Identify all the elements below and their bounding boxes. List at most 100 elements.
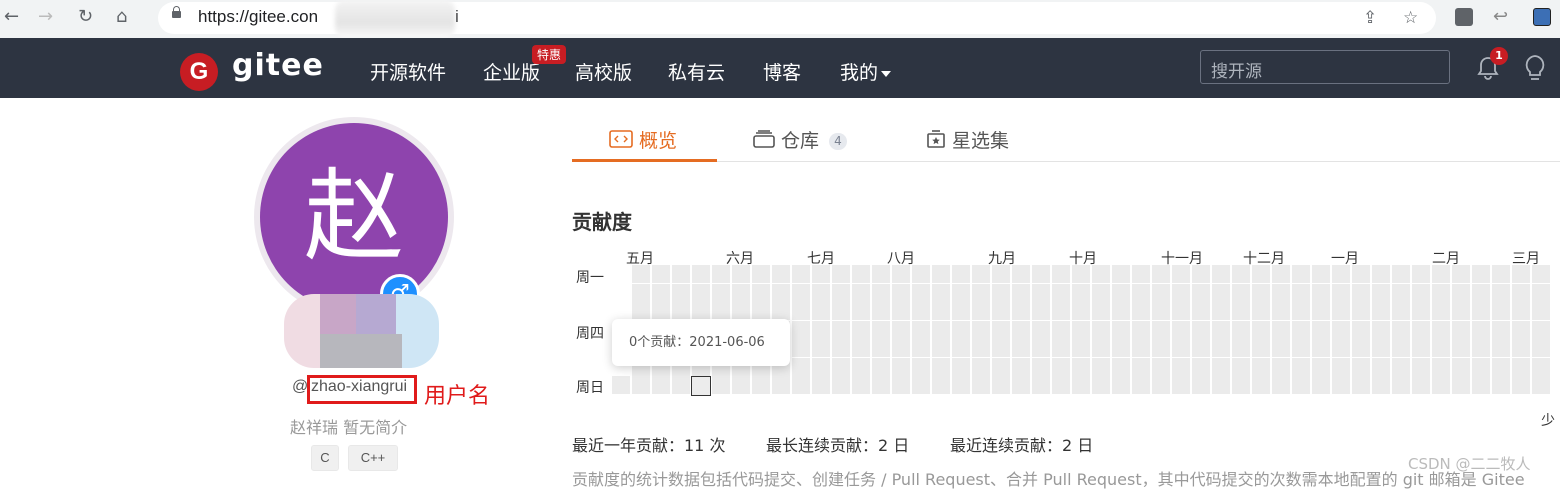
- contribution-cell[interactable]: [1472, 283, 1490, 302]
- contribution-cell[interactable]: [1532, 283, 1550, 302]
- contribution-cell[interactable]: [632, 376, 650, 394]
- contribution-cell[interactable]: [1412, 357, 1430, 376]
- contribution-cell[interactable]: [1432, 339, 1450, 357]
- contribution-cell[interactable]: [712, 265, 730, 283]
- contribution-cell[interactable]: [1492, 302, 1510, 320]
- contribution-cell[interactable]: [952, 320, 970, 339]
- contribution-cell[interactable]: [1332, 357, 1350, 376]
- contribution-cell[interactable]: [1452, 302, 1470, 320]
- contribution-cell[interactable]: [992, 357, 1010, 376]
- contribution-cell[interactable]: [1092, 283, 1110, 302]
- contribution-cell[interactable]: [1512, 283, 1530, 302]
- contribution-cell[interactable]: [1132, 283, 1150, 302]
- nav-mine[interactable]: 我的: [840, 58, 892, 85]
- contribution-cell[interactable]: [1012, 376, 1030, 394]
- contribution-cell[interactable]: [1252, 320, 1270, 339]
- contribution-cell[interactable]: [972, 357, 990, 376]
- contribution-cell[interactable]: [1392, 320, 1410, 339]
- contribution-cell[interactable]: [1372, 320, 1390, 339]
- contribution-cell[interactable]: [1412, 320, 1430, 339]
- contribution-cell[interactable]: [832, 302, 850, 320]
- contribution-cell[interactable]: [1272, 302, 1290, 320]
- contribution-cell[interactable]: [1032, 265, 1050, 283]
- contribution-cell[interactable]: [892, 265, 910, 283]
- contribution-cell[interactable]: [1412, 265, 1430, 283]
- contribution-cell[interactable]: [872, 376, 890, 394]
- contribution-cell[interactable]: [892, 357, 910, 376]
- contribution-cell[interactable]: [872, 339, 890, 357]
- contribution-cell[interactable]: [972, 283, 990, 302]
- contribution-cell[interactable]: [812, 376, 830, 394]
- contribution-cell[interactable]: [1032, 320, 1050, 339]
- contribution-cell[interactable]: [752, 376, 770, 394]
- contribution-cell[interactable]: [692, 302, 710, 320]
- contribution-cell[interactable]: [852, 283, 870, 302]
- contribution-cell[interactable]: [672, 283, 690, 302]
- contribution-cell[interactable]: [792, 283, 810, 302]
- contribution-cell[interactable]: [832, 376, 850, 394]
- search-input[interactable]: 搜开源: [1200, 50, 1450, 84]
- nav-blog[interactable]: 博客: [763, 58, 801, 85]
- contribution-cell[interactable]: [1132, 302, 1150, 320]
- contribution-cell[interactable]: [892, 320, 910, 339]
- nav-private-cloud[interactable]: 私有云: [668, 58, 725, 85]
- contribution-cell[interactable]: [1492, 339, 1510, 357]
- contribution-cell[interactable]: [1072, 283, 1090, 302]
- home-icon[interactable]: ⌂: [116, 6, 127, 28]
- contribution-cell[interactable]: [972, 302, 990, 320]
- contribution-cell[interactable]: [952, 376, 970, 394]
- contribution-cell[interactable]: [972, 376, 990, 394]
- contribution-cell[interactable]: [1012, 320, 1030, 339]
- contribution-cell[interactable]: [752, 265, 770, 283]
- contribution-cell[interactable]: [1112, 302, 1130, 320]
- contribution-cell[interactable]: [912, 376, 930, 394]
- contribution-cell[interactable]: [1472, 339, 1490, 357]
- contribution-cell[interactable]: [1532, 339, 1550, 357]
- contribution-cell[interactable]: [1252, 302, 1270, 320]
- contribution-cell[interactable]: [1192, 339, 1210, 357]
- contribution-cell[interactable]: [1472, 302, 1490, 320]
- contribution-cell[interactable]: [992, 265, 1010, 283]
- contribution-cell[interactable]: [1152, 265, 1170, 283]
- contribution-cell[interactable]: [1432, 320, 1450, 339]
- contribution-cell[interactable]: [812, 357, 830, 376]
- contribution-cell[interactable]: [972, 265, 990, 283]
- contribution-cell[interactable]: [1172, 357, 1190, 376]
- contribution-cell[interactable]: [632, 283, 650, 302]
- contribution-cell[interactable]: [1012, 302, 1030, 320]
- contribution-cell[interactable]: [832, 320, 850, 339]
- contribution-cell[interactable]: [1512, 376, 1530, 394]
- tab-starred-collections[interactable]: 星选集: [926, 126, 1009, 153]
- contribution-cell[interactable]: [772, 376, 790, 394]
- contribution-cell[interactable]: [912, 339, 930, 357]
- contribution-cell[interactable]: [1372, 265, 1390, 283]
- contribution-cell[interactable]: [932, 376, 950, 394]
- contribution-cell[interactable]: [1352, 283, 1370, 302]
- contribution-cell[interactable]: [1352, 320, 1370, 339]
- contribution-cell[interactable]: [852, 320, 870, 339]
- contribution-cell[interactable]: [812, 265, 830, 283]
- contribution-cell[interactable]: [1052, 320, 1070, 339]
- contribution-cell[interactable]: [1472, 265, 1490, 283]
- contribution-cell[interactable]: [1372, 339, 1390, 357]
- contribution-cell[interactable]: [1352, 302, 1370, 320]
- contribution-cell[interactable]: [1472, 357, 1490, 376]
- contribution-cell[interactable]: [1272, 339, 1290, 357]
- avatar[interactable]: 赵: [260, 123, 448, 311]
- contribution-cell[interactable]: [1132, 339, 1150, 357]
- contribution-cell[interactable]: [1532, 320, 1550, 339]
- contribution-cell[interactable]: [1492, 283, 1510, 302]
- contribution-cell[interactable]: [1512, 320, 1530, 339]
- contribution-cell[interactable]: [1112, 283, 1130, 302]
- contribution-cell[interactable]: [952, 283, 970, 302]
- contribution-cell[interactable]: [752, 302, 770, 320]
- contribution-cell[interactable]: [652, 376, 670, 394]
- contribution-cell[interactable]: [912, 265, 930, 283]
- contribution-cell[interactable]: [1272, 265, 1290, 283]
- contribution-cell[interactable]: [1072, 320, 1090, 339]
- contribution-cell[interactable]: [1492, 376, 1510, 394]
- contribution-cell[interactable]: [1052, 357, 1070, 376]
- contribution-cell[interactable]: [1092, 357, 1110, 376]
- contribution-cell[interactable]: [712, 376, 730, 394]
- contribution-cell[interactable]: [812, 339, 830, 357]
